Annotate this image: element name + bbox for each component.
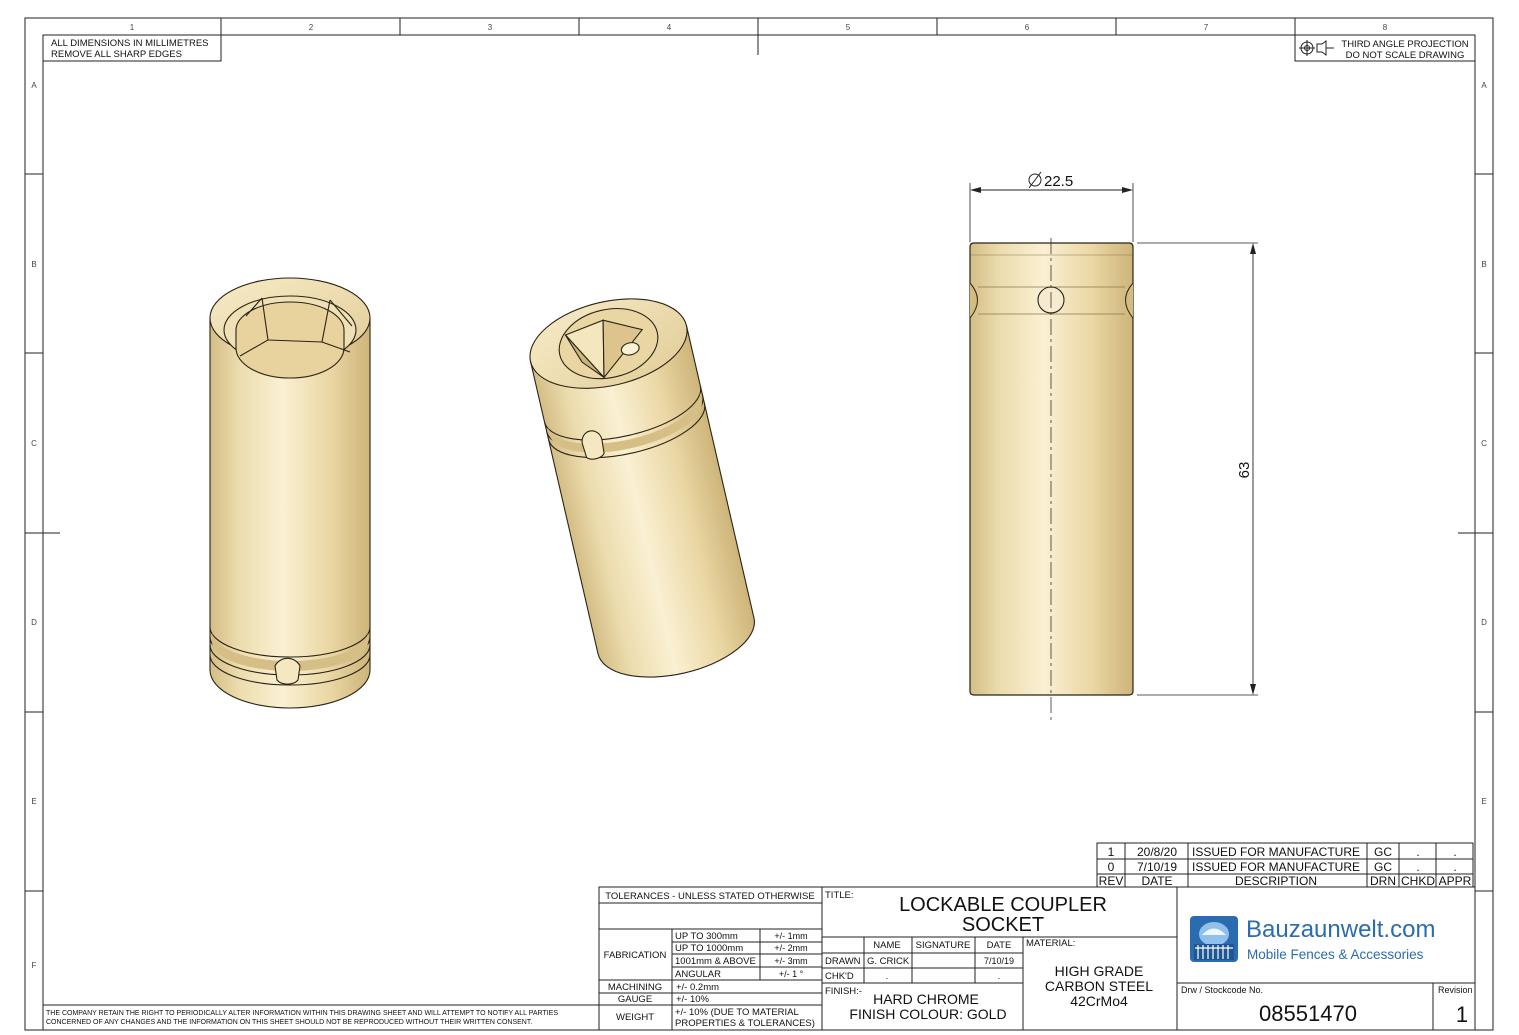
zone-col-5: 5: [846, 23, 851, 32]
zone-row-a-right: A: [1481, 81, 1487, 90]
zone-row-f-left: F: [32, 961, 37, 970]
company-logo: Bauzaunwelt.com Mobile Fences & Accessor…: [1190, 916, 1435, 962]
zone-row-a-left: A: [31, 81, 37, 90]
zone-col-7: 7: [1204, 23, 1209, 32]
rev-row0-desc: ISSUED FOR MANUFACTURE: [1192, 860, 1360, 874]
rev-row1-rev: 1: [1108, 845, 1115, 859]
side-view: 22.5 63: [969, 171, 1258, 720]
zone-col-3: 3: [488, 23, 493, 32]
drawing-sheet: 1 2 3 4 5 6 7 8 A B C D E F A B C D E AL…: [24, 17, 1494, 1031]
rev-row1-appr: .: [1453, 845, 1456, 859]
tolerances-heading: TOLERANCES - UNLESS STATED OTHERWISE: [605, 891, 814, 902]
rev-header-appr: APPR: [1439, 874, 1472, 888]
rev-row1-drn: GC: [1374, 845, 1392, 859]
disclaimer-line2: CONCERNED OF ANY CHANGES AND THE INFORMA…: [46, 1019, 532, 1026]
zone-col-4: 4: [667, 23, 672, 32]
fab-tol-3: +/- 3mm: [774, 956, 807, 966]
dims-note-line1: ALL DIMENSIONS IN MILLIMETRES: [51, 38, 209, 49]
zone-row-e-left: E: [31, 797, 36, 806]
drawn-label: DRAWN: [825, 956, 861, 967]
rev-row0-drn: GC: [1374, 860, 1392, 874]
logo-tagline: Mobile Fences & Accessories: [1247, 947, 1424, 962]
rev-row0-date: 7/10/19: [1137, 860, 1177, 874]
rev-header-drn: DRN: [1370, 874, 1396, 888]
stockcode-label: Drw / Stockcode No.: [1181, 985, 1263, 995]
fab-tol-4: +/- 1 °: [779, 969, 804, 979]
fab-range-2: UP TO 1000mm: [675, 943, 743, 954]
zone-row-e-right: E: [1481, 797, 1486, 806]
zone-col-2: 2: [309, 23, 314, 32]
fab-tol-2: +/- 2mm: [774, 943, 807, 953]
rev-row0-appr: .: [1453, 860, 1456, 874]
weight-line1: +/- 10% (DUE TO MATERIAL: [675, 1007, 799, 1018]
rev-row1-desc: ISSUED FOR MANUFACTURE: [1192, 845, 1360, 859]
machining-value: +/- 0.2mm: [676, 982, 719, 993]
drawing-title-line2: SOCKET: [962, 914, 1044, 936]
finish-label: FINISH:-: [825, 986, 862, 997]
rev-row0-rev: 0: [1108, 860, 1115, 874]
fab-range-1: UP TO 300mm: [675, 931, 738, 942]
fab-range-3: 1001mm & ABOVE: [675, 956, 756, 967]
disclaimer-line1: THE COMPANY RETAIN THE RIGHT TO PERIODIC…: [46, 1010, 558, 1017]
finish-line1: HARD CHROME: [873, 991, 979, 1007]
revision-value: 1: [1456, 1002, 1468, 1027]
material-line2: CARBON STEEL: [1045, 978, 1153, 994]
weight-line2: PROPERTIES & TOLERANCES): [675, 1018, 815, 1029]
fab-range-4: ANGULAR: [675, 969, 721, 980]
drawn-name: G. CRICK: [867, 956, 910, 967]
title-label: TITLE:: [825, 890, 854, 901]
rev-row0-chkd: .: [1416, 860, 1419, 874]
zone-row-b-right: B: [1481, 260, 1486, 269]
drawing-title-line1: LOCKABLE COUPLER: [899, 894, 1107, 916]
diameter-value: 22.5: [1044, 173, 1073, 190]
weight-label: WEIGHT: [616, 1012, 654, 1023]
length-value: 63: [1236, 462, 1253, 479]
name-header: NAME: [873, 940, 900, 951]
material-line1: HIGH GRADE: [1055, 963, 1144, 979]
projection-note-line2: DO NOT SCALE DRAWING: [1346, 50, 1465, 61]
fab-tol-1: +/- 1mm: [774, 931, 807, 941]
chkd-name: .: [886, 971, 889, 982]
rev-row1-chkd: .: [1416, 845, 1419, 859]
stockcode-value: 08551470: [1259, 1001, 1357, 1026]
material-line3: 42CrMo4: [1070, 993, 1128, 1009]
projection-note-line1: THIRD ANGLE PROJECTION: [1341, 39, 1468, 50]
gauge-value: +/- 10%: [676, 994, 710, 1005]
rev-row1-date: 20/8/20: [1137, 845, 1177, 859]
zone-row-d-right: D: [1481, 618, 1487, 627]
signature-header: SIGNATURE: [916, 940, 971, 951]
rev-header-chkd: CHKD: [1401, 874, 1435, 888]
zone-col-1: 1: [130, 23, 135, 32]
zone-row-c-right: C: [1481, 439, 1487, 448]
rev-header-desc: DESCRIPTION: [1235, 874, 1317, 888]
rev-header-rev: REV: [1099, 874, 1124, 888]
third-angle-projection-icon: [1299, 40, 1334, 56]
iso-view-upright: [209, 277, 371, 709]
zone-col-6: 6: [1025, 23, 1030, 32]
rev-header-date: DATE: [1141, 874, 1172, 888]
chkd-label: CHK'D: [825, 971, 854, 982]
dims-note-line2: REMOVE ALL SHARP EDGES: [51, 49, 182, 60]
zone-col-8: 8: [1383, 23, 1388, 32]
zone-row-b-left: B: [31, 260, 36, 269]
drawn-date: 7/10/19: [984, 956, 1014, 966]
zone-row-d-left: D: [31, 618, 37, 627]
chkd-date: .: [998, 971, 1001, 982]
fabrication-label: FABRICATION: [604, 950, 667, 961]
iso-view-tilted: [529, 298, 755, 678]
revision-label: Revision: [1438, 985, 1473, 995]
logo-brand: Bauzaunwelt.com: [1246, 916, 1435, 943]
date-header: DATE: [987, 940, 1012, 951]
material-label: MATERIAL:: [1026, 938, 1075, 949]
diameter-symbol-icon: [1028, 171, 1042, 189]
gauge-label: GAUGE: [618, 994, 652, 1005]
zone-row-c-left: C: [31, 439, 37, 448]
finish-line2: FINISH COLOUR: GOLD: [849, 1006, 1006, 1022]
machining-label: MACHINING: [608, 982, 662, 993]
